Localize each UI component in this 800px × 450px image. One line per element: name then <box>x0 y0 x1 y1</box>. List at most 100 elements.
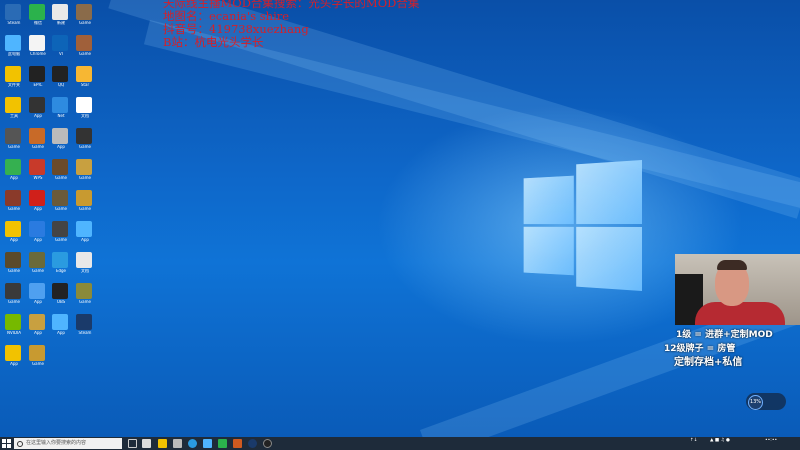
desktop-icon[interactable]: App <box>71 219 99 249</box>
app-icon <box>76 283 92 299</box>
taskbar-app-icon[interactable] <box>263 439 272 448</box>
app-icon <box>5 221 21 237</box>
app-icon <box>29 159 45 175</box>
app-icon <box>76 66 92 82</box>
start-button[interactable] <box>2 439 11 448</box>
taskbar-app-icon[interactable] <box>188 439 197 448</box>
webcam-overlay <box>675 254 800 325</box>
promo-line: 12级牌子 = 房管 <box>660 342 773 356</box>
desktop-icon-label: Game <box>69 300 101 309</box>
app-icon <box>5 345 21 361</box>
app-icon <box>52 190 68 206</box>
steam-icon[interactable] <box>248 439 257 448</box>
app-icon <box>76 190 92 206</box>
desktop-icon[interactable]: Game <box>24 343 52 373</box>
app-icon <box>29 4 45 20</box>
taskbar-app-icon[interactable] <box>158 439 167 448</box>
windows-logo <box>524 158 642 292</box>
app-icon <box>29 345 45 361</box>
app-icon <box>5 283 21 299</box>
app-icon <box>29 252 45 268</box>
promo-line: 1级 = 进群+定制MOD <box>660 328 773 342</box>
app-icon <box>52 221 68 237</box>
desktop-icon-label: Game <box>69 176 101 185</box>
search-icon <box>17 441 23 447</box>
app-icon <box>52 159 68 175</box>
taskbar-app-icon[interactable] <box>173 439 182 448</box>
app-icon <box>5 35 21 51</box>
app-icon <box>52 66 68 82</box>
desktop-icon-label: 文档 <box>69 114 101 123</box>
taskbar: 在这里输入你要搜索的内容 ↑↓ ▲ ■ ♫ ● ••:•• <box>0 437 800 450</box>
desktop-icon-label: App <box>69 238 101 247</box>
app-icon <box>76 221 92 237</box>
desktop-icon-label: Game <box>69 21 101 30</box>
desktop-icon[interactable]: Game <box>71 2 99 32</box>
streamer-hair <box>717 260 747 270</box>
clock[interactable]: ••:•• <box>765 439 777 444</box>
app-icon <box>5 252 21 268</box>
app-icon <box>29 314 45 330</box>
app-icon <box>5 159 21 175</box>
taskbar-app-icon[interactable] <box>218 439 227 448</box>
taskbar-app-icon[interactable] <box>203 439 212 448</box>
app-icon <box>29 66 45 82</box>
taskbar-app-icon[interactable] <box>142 439 151 448</box>
app-icon <box>52 314 68 330</box>
app-icon <box>29 97 45 113</box>
app-icon <box>52 35 68 51</box>
promo-line: 定制存档+私信 <box>660 356 773 370</box>
app-icon <box>5 4 21 20</box>
desktop-icon[interactable]: Game <box>71 281 99 311</box>
app-icon <box>76 4 92 20</box>
desktop-icon[interactable]: Star <box>71 64 99 94</box>
app-icon <box>52 4 68 20</box>
app-icon <box>5 190 21 206</box>
tray-icons[interactable]: ▲ ■ ♫ ● <box>710 439 730 444</box>
app-icon <box>76 252 92 268</box>
app-icon <box>52 128 68 144</box>
app-icon <box>29 128 45 144</box>
app-icon <box>52 283 68 299</box>
app-icon <box>5 314 21 330</box>
desktop-icon[interactable]: 文档 <box>71 95 99 125</box>
app-icon <box>29 35 45 51</box>
desktop: 天际线主播MOD合集搜索：光头学长的MOD合集 地图名：ecania's shi… <box>0 0 800 437</box>
task-view-icon[interactable] <box>128 439 137 448</box>
app-icon <box>76 97 92 113</box>
system-tray[interactable]: ↑↓ <box>690 439 698 444</box>
app-icon <box>52 97 68 113</box>
app-icon <box>5 128 21 144</box>
stream-info-overlay: 天际线主播MOD合集搜索：光头学长的MOD合集 地图名：ecania's shi… <box>163 0 419 49</box>
app-icon <box>76 35 92 51</box>
desktop-icon[interactable]: Steam <box>71 312 99 342</box>
desktop-icon-label: Star <box>69 83 101 92</box>
app-icon <box>76 314 92 330</box>
app-icon <box>5 66 21 82</box>
streamer-body <box>695 302 785 325</box>
app-icon <box>29 221 45 237</box>
desktop-icon[interactable]: Game <box>71 126 99 156</box>
desktop-icon-label: Game <box>69 207 101 216</box>
app-icon <box>76 159 92 175</box>
cpu-percent: 13% <box>748 395 763 410</box>
desktop-icon-label: 文档 <box>69 269 101 278</box>
app-icon <box>5 97 21 113</box>
desktop-icon[interactable]: Game <box>71 33 99 63</box>
network-speed-widget[interactable]: 13% <box>746 393 786 410</box>
app-icon <box>76 128 92 144</box>
desktop-icon-label: Game <box>69 145 101 154</box>
taskbar-search-input[interactable]: 在这里输入你要搜索的内容 <box>14 438 122 449</box>
app-icon <box>52 252 68 268</box>
taskbar-app-icon[interactable] <box>233 439 242 448</box>
desktop-icon[interactable]: Game <box>71 157 99 187</box>
desktop-icon-label: Steam <box>69 331 101 340</box>
promo-overlay: 1级 = 进群+定制MOD 12级牌子 = 房管 定制存档+私信 <box>660 328 773 370</box>
search-placeholder: 在这里输入你要搜索的内容 <box>26 440 86 446</box>
desktop-icon[interactable]: 文档 <box>71 250 99 280</box>
app-icon <box>29 190 45 206</box>
desktop-icon-label: Game <box>22 362 54 371</box>
desktop-icon-label: Game <box>69 52 101 61</box>
desktop-icon[interactable]: Game <box>71 188 99 218</box>
overlay-line: B站：杭电光头学长 <box>163 36 419 49</box>
